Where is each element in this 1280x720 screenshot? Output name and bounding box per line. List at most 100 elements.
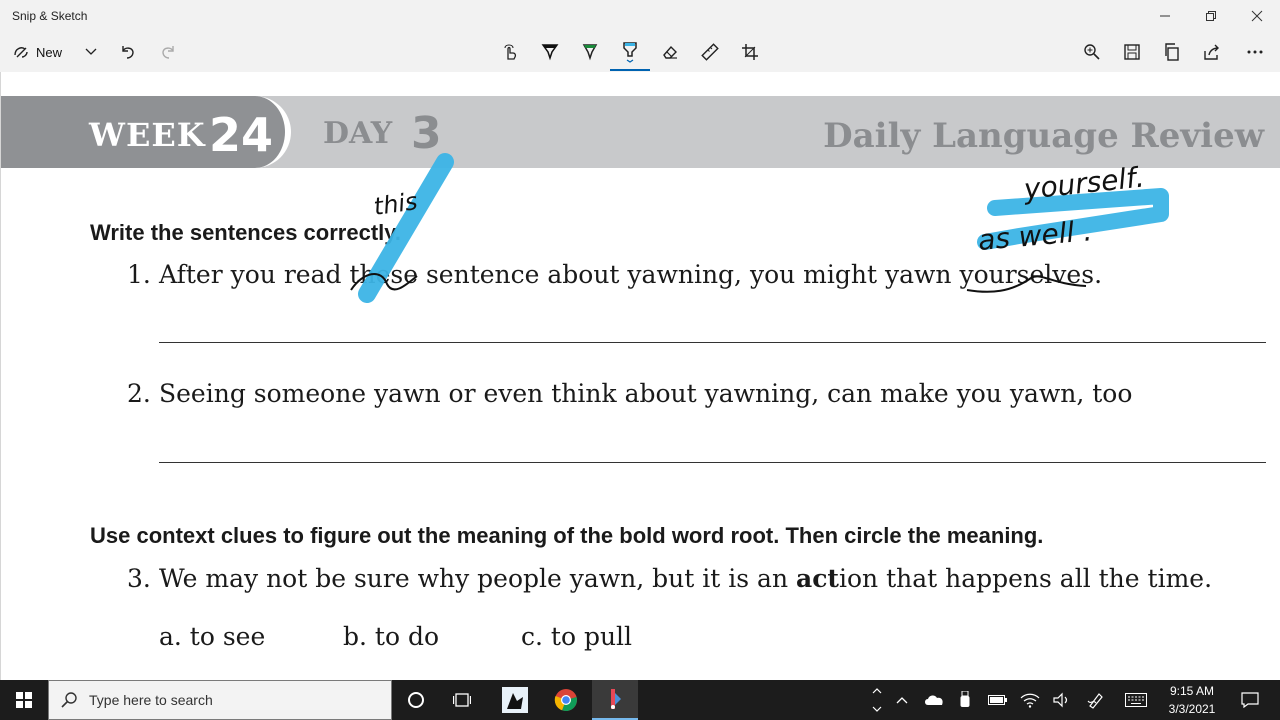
copy-icon xyxy=(1165,43,1179,61)
day-label: DAY xyxy=(323,116,393,151)
chevron-down-icon xyxy=(85,48,97,55)
snip-sketch-icon xyxy=(611,689,621,709)
minimize-button[interactable] xyxy=(1142,0,1188,32)
redo-button[interactable] xyxy=(154,34,182,70)
q3-part-post: ion that happens all the time. xyxy=(838,564,1213,593)
search-placeholder: Type here to search xyxy=(89,692,213,708)
battery-button[interactable] xyxy=(984,680,1012,720)
reader-app-icon xyxy=(502,687,528,713)
answer-line-2 xyxy=(159,462,1266,463)
speaker-icon xyxy=(1053,692,1068,708)
choice-c: c. to pull xyxy=(521,622,633,651)
question-2-number: 2. xyxy=(127,379,151,408)
choice-a: a. to see xyxy=(159,622,266,651)
instruction-2: Use context clues to figure out the mean… xyxy=(90,523,1044,548)
start-button[interactable] xyxy=(0,680,48,720)
cortana-icon xyxy=(408,692,424,708)
undo-icon xyxy=(122,46,134,59)
snip-icon xyxy=(14,47,28,58)
keyboard-icon xyxy=(1125,693,1147,707)
show-hidden-icons-button[interactable] xyxy=(890,680,914,720)
ballpoint-pen-icon xyxy=(541,44,559,61)
highlight-stroke-2 xyxy=(977,188,1169,250)
taskbar-app-reader[interactable] xyxy=(492,680,538,720)
app-title: Snip & Sketch xyxy=(12,9,88,23)
pencil-button[interactable] xyxy=(576,34,604,70)
pen-workspace-icon xyxy=(1087,693,1103,709)
usb-icon xyxy=(960,691,970,707)
taskbar-clock[interactable]: 9:15 AM 3/3/2021 xyxy=(1158,682,1226,718)
eraser-icon xyxy=(663,45,677,59)
ruler-button[interactable] xyxy=(696,34,724,70)
question-3-number: 3. xyxy=(127,564,151,593)
crop-button[interactable] xyxy=(736,34,764,70)
taskbar-search-box[interactable]: Type here to search xyxy=(48,680,392,720)
taskbar-scroll[interactable] xyxy=(868,680,886,720)
taskbar-app-snip-sketch[interactable] xyxy=(592,680,638,720)
eraser-button[interactable] xyxy=(656,34,684,70)
instruction-1: Write the sentences correctly. xyxy=(90,220,401,245)
action-center-button[interactable] xyxy=(1232,680,1268,720)
clock-time: 9:15 AM xyxy=(1169,684,1215,698)
cortana-button[interactable] xyxy=(396,680,436,720)
q1-part-mid: sentence about yawning, you might yawn xyxy=(418,260,960,289)
wifi-icon xyxy=(1020,693,1040,708)
touch-writing-icon xyxy=(504,44,517,60)
new-snip-button[interactable]: New xyxy=(12,34,78,70)
onedrive-cloud-icon xyxy=(925,695,943,705)
zoom-button[interactable] xyxy=(1078,34,1106,70)
battery-icon xyxy=(988,695,1007,705)
undo-button[interactable] xyxy=(114,34,142,70)
day-number: 3 xyxy=(411,108,442,159)
touch-writing-button[interactable] xyxy=(496,34,524,70)
notification-icon xyxy=(1241,692,1259,708)
usb-device-button[interactable] xyxy=(952,680,978,720)
new-label: New xyxy=(36,44,63,60)
clock-date: 3/3/2021 xyxy=(1168,702,1216,716)
question-3-text: We may not be sure why people yawn, but … xyxy=(159,564,1212,593)
ballpoint-pen-button[interactable] xyxy=(536,34,564,70)
restore-button[interactable] xyxy=(1188,0,1234,32)
search-icon xyxy=(61,692,77,708)
crop-icon xyxy=(742,44,758,60)
task-view-button[interactable] xyxy=(442,680,482,720)
onedrive-button[interactable] xyxy=(920,680,948,720)
pencil-icon xyxy=(582,44,598,61)
zoom-icon xyxy=(1084,44,1100,60)
taskbar: Type here to search 9:15 AM 3/3/2021 xyxy=(0,680,1280,720)
handwriting-this: this xyxy=(372,187,419,221)
series-title: Daily Language Review xyxy=(823,116,1264,156)
task-view-icon xyxy=(453,693,471,707)
question-1-number: 1. xyxy=(127,260,151,289)
q1-part-pre: After you read xyxy=(159,260,350,289)
touch-keyboard-button[interactable] xyxy=(1120,680,1152,720)
save-button[interactable] xyxy=(1118,34,1146,70)
question-2-text: Seeing someone yawn or even think about … xyxy=(159,379,1133,408)
volume-button[interactable] xyxy=(1048,680,1076,720)
chevron-up-icon xyxy=(896,697,908,704)
pen-workspace-button[interactable] xyxy=(1082,680,1110,720)
copy-button[interactable] xyxy=(1158,34,1186,70)
wifi-button[interactable] xyxy=(1016,680,1044,720)
handwriting-as-well: as well . xyxy=(977,214,1094,257)
close-button[interactable] xyxy=(1234,0,1280,32)
q3-bold-root: act xyxy=(796,564,839,593)
redo-icon xyxy=(162,46,174,59)
windows-logo-icon xyxy=(16,692,32,708)
q1-part-end: . xyxy=(1094,260,1103,289)
snip-canvas[interactable]: WEEK 24 DAY 3 Daily Language Review Writ… xyxy=(0,72,1280,680)
more-options-button[interactable] xyxy=(1240,34,1270,70)
new-dropdown-button[interactable] xyxy=(80,34,102,70)
minimize-icon xyxy=(1160,15,1170,17)
share-button[interactable] xyxy=(1198,34,1226,70)
choice-b: b. to do xyxy=(343,622,439,651)
title-bar: Snip & Sketch xyxy=(0,0,1280,32)
taskbar-app-chrome[interactable] xyxy=(544,680,588,720)
share-icon xyxy=(1204,44,1219,60)
close-icon xyxy=(1251,10,1263,22)
question-1-text: After you read these sentence about yawn… xyxy=(159,260,1102,289)
highlighter-button[interactable] xyxy=(616,34,644,70)
week-label: WEEK xyxy=(89,116,206,154)
q1-word-yourselves: yourselves xyxy=(959,260,1095,289)
q3-part-pre: We may not be sure why people yawn, but … xyxy=(159,564,796,593)
